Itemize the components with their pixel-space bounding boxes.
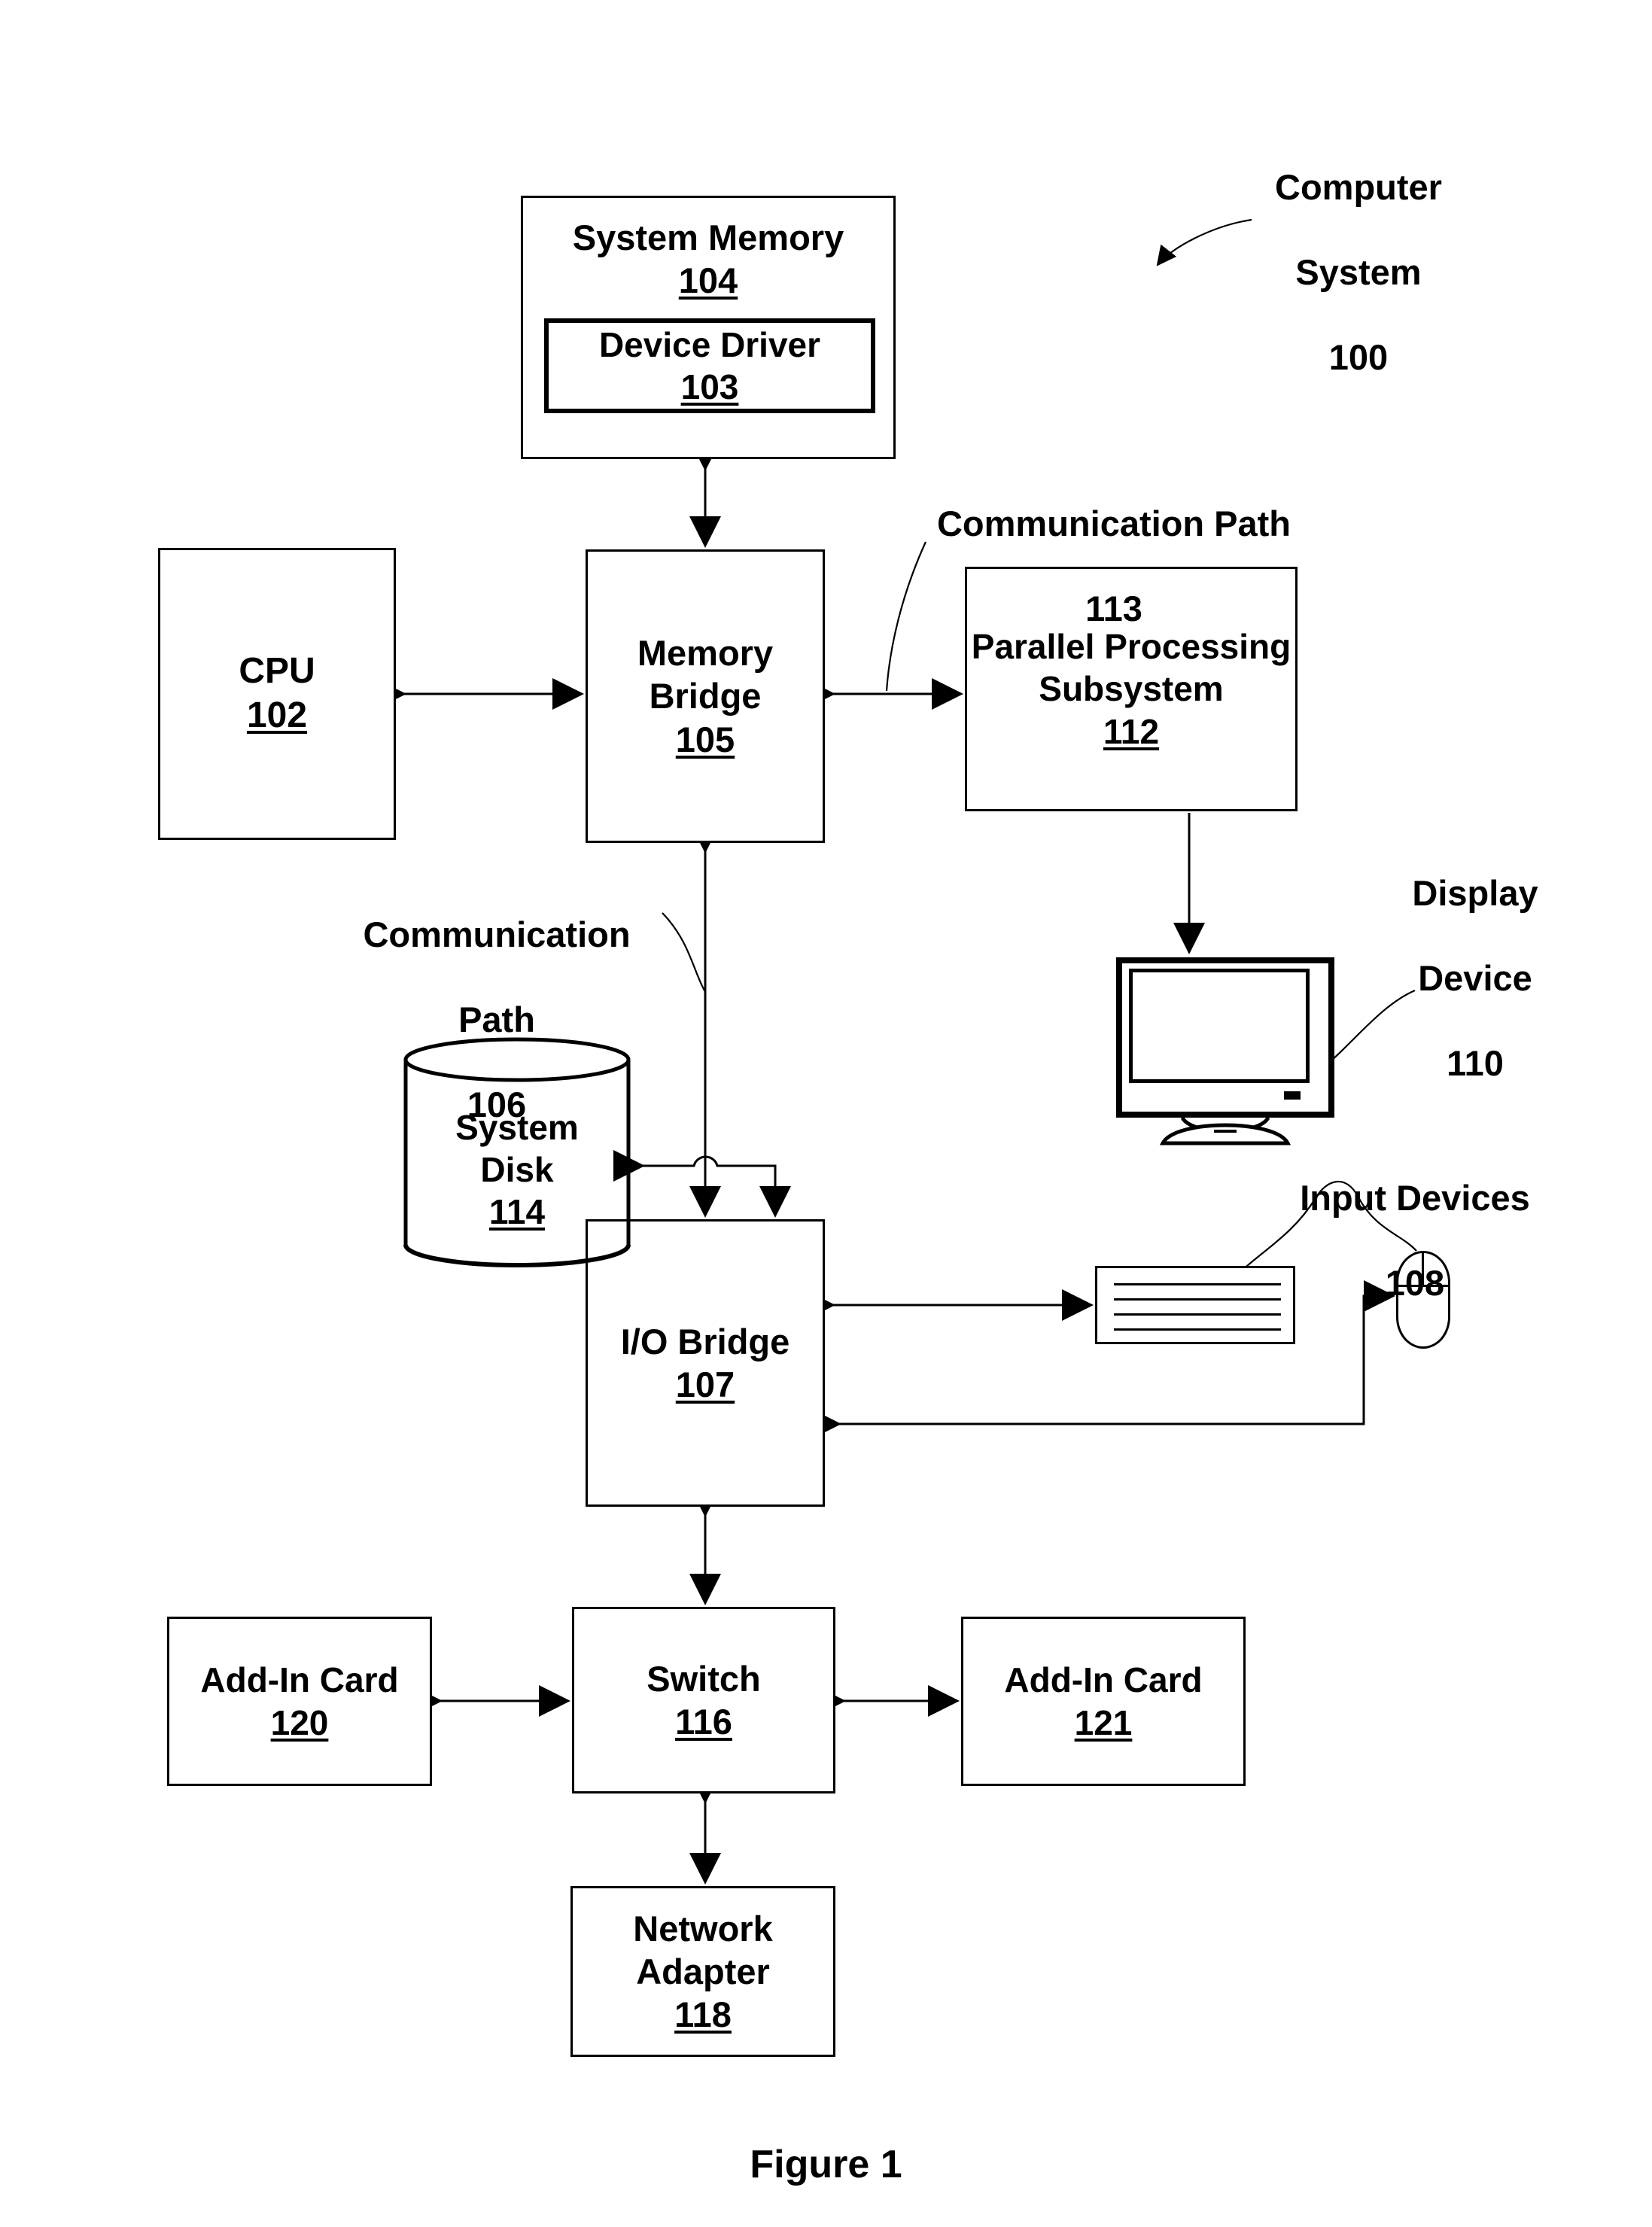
block-cpu: CPU 102 <box>158 548 396 840</box>
label-communication-path-106: Communication Path 106 <box>331 872 662 1126</box>
label-input-devices: Input Devices 108 <box>1242 1135 1588 1305</box>
network-adapter-title-line1: Network <box>633 1908 773 1949</box>
pps-title-line1: Parallel Processing <box>971 627 1291 667</box>
label-communication-path-113: Communication Path 113 <box>896 461 1332 631</box>
display-device-line2: Device <box>1418 958 1532 999</box>
monitor-icon <box>1116 957 1334 1145</box>
block-network-adapter: Network Adapter 118 <box>570 1886 835 2057</box>
network-adapter-title-line2: Adapter <box>636 1951 770 1991</box>
add-in-card-121-ref: 121 <box>1074 1702 1133 1742</box>
block-memory-bridge: Memory Bridge 105 <box>586 549 825 843</box>
system-memory-title: System Memory <box>572 218 844 257</box>
io-bridge-title: I/O Bridge <box>620 1321 790 1361</box>
system-memory-ref: 104 <box>678 260 738 301</box>
display-device-ref: 110 <box>1447 1042 1504 1083</box>
add-in-card-120-ref: 120 <box>270 1702 329 1742</box>
cpu-ref: 102 <box>246 695 308 735</box>
block-switch: Switch 116 <box>572 1607 835 1793</box>
io-bridge-ref: 107 <box>675 1364 735 1404</box>
communication-path-113-ref: 113 <box>1085 589 1142 629</box>
memory-bridge-title-line2: Bridge <box>649 676 762 716</box>
network-adapter-ref: 118 <box>674 1994 732 2035</box>
memory-bridge-ref: 105 <box>675 719 735 759</box>
communication-path-106-line2: Path <box>458 999 535 1040</box>
label-computer-system: Computer System 100 <box>1208 124 1509 379</box>
add-in-card-121-title: Add-In Card <box>1004 1660 1203 1700</box>
pps-title-line2: Subsystem <box>1039 669 1224 709</box>
system-disk-ref: 114 <box>488 1192 546 1232</box>
computer-system-line2: System <box>1295 252 1422 293</box>
monitor-stand <box>1159 1116 1291 1145</box>
communication-path-106-line1: Communication <box>363 914 631 955</box>
display-device-line1: Display <box>1412 873 1538 914</box>
add-in-card-120-title: Add-In Card <box>200 1660 399 1700</box>
keyboard-row-3 <box>1114 1313 1281 1316</box>
block-device-driver: Device Driver 103 <box>544 318 875 413</box>
block-system-memory: System Memory 104 Device Driver 103 <box>521 196 896 459</box>
device-driver-ref: 103 <box>680 367 739 406</box>
label-display-device: Display Device 110 <box>1351 830 1599 1085</box>
computer-system-line1: Computer <box>1275 167 1442 208</box>
input-devices-ref: 108 <box>1385 1263 1445 1304</box>
keyboard-row-4 <box>1114 1328 1281 1331</box>
switch-title: Switch <box>647 1658 761 1699</box>
input-devices-line1: Input Devices <box>1300 1178 1530 1218</box>
communication-path-113-line1: Communication Path <box>936 504 1291 544</box>
pps-ref: 112 <box>1103 711 1160 751</box>
computer-system-ref: 100 <box>1328 336 1389 377</box>
cpu-title: CPU <box>239 651 315 692</box>
block-add-in-card-121: Add-In Card 121 <box>961 1617 1246 1786</box>
patent-figure-1: System Memory 104 Device Driver 103 CPU … <box>0 0 1652 2227</box>
communication-path-106-ref: 106 <box>467 1084 527 1124</box>
switch-ref: 116 <box>675 1702 732 1742</box>
figure-caption: Figure 1 <box>750 2143 902 2186</box>
memory-bridge-title-line1: Memory <box>637 633 774 673</box>
block-add-in-card-120: Add-In Card 120 <box>167 1617 432 1786</box>
system-disk-title-line2: Disk <box>480 1150 554 1190</box>
device-driver-title: Device Driver <box>598 324 821 364</box>
